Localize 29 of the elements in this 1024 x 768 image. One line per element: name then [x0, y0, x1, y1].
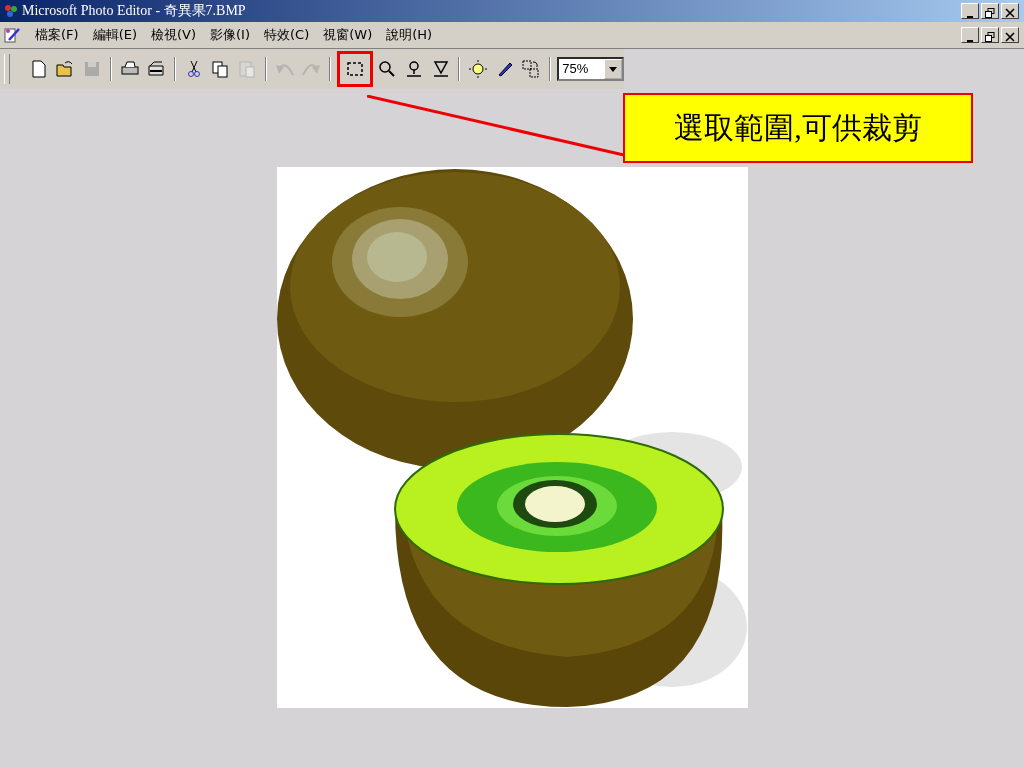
close-button[interactable]: [1001, 3, 1019, 19]
copy-icon: [210, 59, 231, 79]
minimize-button[interactable]: [961, 3, 979, 19]
dashed-rectangle-icon: [344, 59, 365, 79]
zoom-dropdown[interactable]: 75%: [557, 57, 625, 81]
minimize-icon: [967, 16, 973, 18]
menu-item[interactable]: 編輯(E): [92, 26, 137, 44]
document-icon: [3, 26, 21, 44]
toolbar-grip[interactable]: [4, 54, 10, 84]
callout-note: 選取範圍,可供裁剪: [623, 93, 973, 163]
sun-icon: [468, 59, 489, 79]
menu-item[interactable]: 特效(C): [264, 26, 310, 44]
dropdown-arrow-icon: [609, 66, 618, 72]
menu-item[interactable]: 說明(H): [386, 26, 433, 44]
rotate-icon: [521, 59, 542, 79]
menu-item[interactable]: 視窗(W): [323, 26, 373, 44]
dashed-rectangle-tool-button[interactable]: [337, 51, 373, 87]
app-icon: [3, 3, 19, 19]
close-button[interactable]: [1001, 27, 1019, 43]
menu-item[interactable]: 影像(I): [210, 26, 250, 44]
window-title: Microsoft Photo Editor - 奇異果7.BMP: [22, 2, 246, 20]
menu-item[interactable]: 檔案(F): [35, 26, 79, 44]
restore-button[interactable]: [981, 27, 999, 43]
restore-button[interactable]: [981, 3, 999, 19]
scanner-icon: [146, 59, 167, 79]
menu-item[interactable]: 檢視(V): [151, 26, 197, 44]
minimize-button[interactable]: [961, 27, 979, 43]
minimize-icon: [967, 40, 973, 42]
paste-icon: [237, 59, 257, 79]
